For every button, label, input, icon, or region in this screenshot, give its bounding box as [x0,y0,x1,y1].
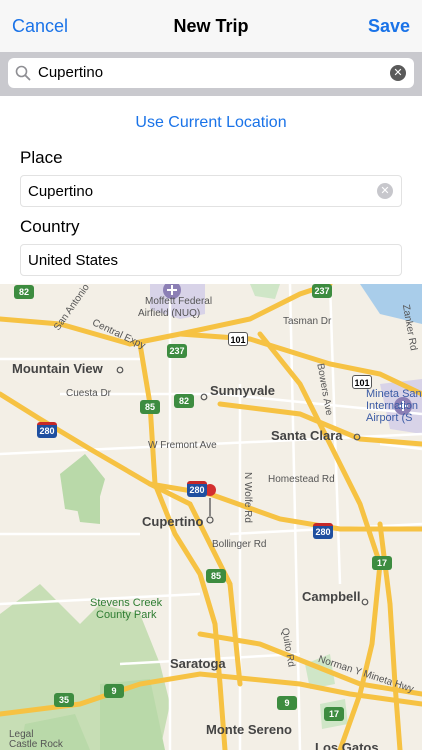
route-shield-85b: 85 [206,569,226,583]
map-label-mineta-airport: Airport (S [366,412,413,424]
route-shield-280c: 280 [313,523,333,539]
map-label-campbell: Campbell [302,589,361,604]
page-title: New Trip [173,16,249,36]
clear-search-icon[interactable]: ✕ [390,65,406,81]
country-value: United States [28,252,119,269]
search-input-value: Cupertino [38,64,104,81]
map-background [0,284,422,750]
country-label: Country [20,217,80,236]
route-shield-101: 101 [228,332,248,346]
place-label: Place [20,148,63,167]
country-field[interactable]: United States [20,244,402,276]
map-label-bollinger: Bollinger Rd [212,539,267,550]
map-label-cuesta: Cuesta Dr [66,388,112,399]
route-shield-280: 280 [37,422,57,438]
map-label-wolfe: N Wolfe Rd [241,472,253,523]
route-shield-82b: 82 [174,394,194,408]
map-label-monte-sereno: Monte Sereno [206,722,292,737]
route-shield-101b: 101 [352,375,372,389]
map-label-county-park: County Park [96,609,157,621]
trip-form: Use Current Location Place Cupertino ✕ C… [0,96,422,284]
route-shield-9: 9 [104,684,124,698]
map-label-los-gatos: Los Gatos [315,740,379,750]
route-shield-17b: 17 [324,707,344,721]
map-label-moffett-airfield: Airfield (NUQ) [138,308,201,319]
route-shield-237b: 237 [167,344,187,358]
place-field[interactable]: Cupertino ✕ [20,175,402,207]
map-label-cupertino: Cupertino [142,514,204,529]
map-label-homestead: Homestead Rd [268,474,335,485]
search-bar: Cupertino ✕ [0,52,422,96]
map-label-mountain-view: Mountain View [12,361,103,376]
map-label-tasman: Tasman Dr [283,316,332,327]
map-label-sunnyvale: Sunnyvale [210,383,276,398]
map-label-mineta-intl: Internation [366,400,418,412]
search-input[interactable]: Cupertino ✕ [8,58,414,88]
route-shield-85: 85 [140,400,160,414]
clear-place-icon[interactable]: ✕ [377,183,393,199]
route-shield-237: 237 [312,284,332,298]
route-shield-17: 17 [372,556,392,570]
save-button[interactable]: Save [368,16,410,37]
route-shield-9b: 9 [277,696,297,710]
route-shield-82: 82 [14,285,34,299]
map-label-fremont: W Fremont Ave [148,440,217,451]
map-label-moffett: Moffett Federal [145,296,213,307]
map-label-santa-clara: Santa Clara [271,428,343,443]
nav-bar: Cancel New Trip Save [0,0,422,52]
map-label-mineta: Mineta San [366,388,422,400]
map-label-stevens-creek: Stevens Creek [90,597,163,609]
use-current-location-button[interactable]: Use Current Location [0,114,422,132]
map-view[interactable]: Moffett Federal Airfield (NUQ) Tasman Dr… [0,284,422,750]
map-label-saratoga: Saratoga [170,656,226,671]
place-value: Cupertino [28,183,94,200]
route-shield-35: 35 [54,693,74,707]
route-shield-280b: 280 [187,481,207,497]
search-icon [15,65,31,81]
map-label-castle-rock: Castle Rock [9,739,63,750]
